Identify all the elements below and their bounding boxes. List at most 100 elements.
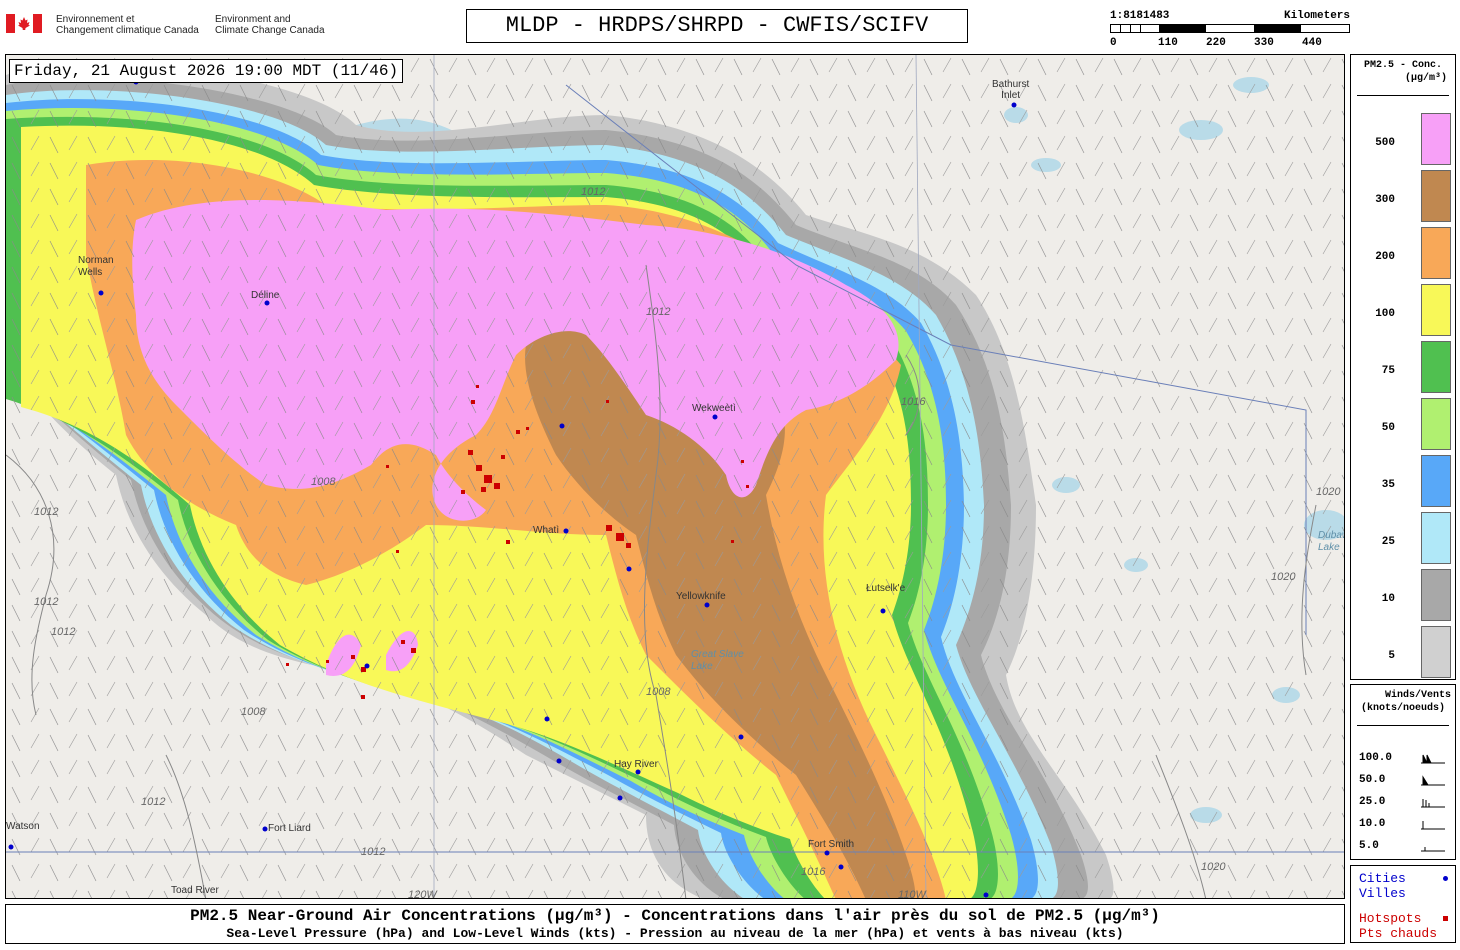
- city-label-wekweeti: Wekweètì: [692, 403, 736, 414]
- isobar-label: 1020: [1201, 861, 1226, 873]
- wind-barb-10-icon: [1421, 821, 1445, 830]
- pm25-swatch: [1421, 284, 1451, 336]
- city-label-norman-wells: Norman Wells: [78, 255, 114, 279]
- isobar-label: 1012: [646, 306, 670, 318]
- map-caption: PM2.5 Near-Ground Air Concentrations (µg…: [5, 904, 1345, 944]
- lake-label-line: Dubawnt: [1318, 530, 1344, 541]
- isobar-label: 1012: [51, 626, 75, 638]
- pm25-bin-label: 35: [1381, 479, 1395, 491]
- pm25-swatch: [1421, 569, 1451, 621]
- winds-legend-title-line1: Winds/Vents: [1384, 690, 1451, 701]
- isobar-label: 1012: [581, 186, 605, 198]
- pm25-bin-label: 100: [1375, 308, 1395, 320]
- caption-line1: PM2.5 Near-Ground Air Concentrations (µg…: [190, 907, 1160, 925]
- winds-legend-title: Winds/Vents (knots/noeuds): [1351, 689, 1455, 715]
- pm25-bin-label: 75: [1381, 365, 1395, 377]
- pm25-swatch: [1421, 455, 1451, 507]
- pm25-swatch: [1421, 227, 1451, 279]
- lake-label-dubawnt: Dubawnt Lake: [1318, 530, 1344, 554]
- wind-speed-label: 100.0: [1359, 752, 1393, 764]
- hotspots-legend-entry: Hotspots Pts chauds: [1359, 911, 1437, 941]
- lake-label-line: Lake: [1318, 542, 1340, 553]
- city-label-line: Inlet: [1001, 90, 1021, 101]
- city-label-whati: Whatì: [533, 525, 560, 536]
- wind-barb-25-icon: [1421, 799, 1445, 808]
- scale-bar: 1:8181483 Kilometers 0 110 220 330 440: [1110, 10, 1350, 50]
- pm25-bin-label: 300: [1375, 194, 1395, 206]
- gov-fr-line2: Changement climatique Canada: [56, 25, 199, 36]
- hotspots-legend-en: Hotspots: [1359, 911, 1422, 926]
- city-label-fort-smith: Fort Smith: [808, 839, 855, 850]
- scale-bar-graphic: [1110, 24, 1350, 33]
- isobar-label: 1012: [141, 796, 165, 808]
- hotspot-square-icon: [1443, 916, 1448, 921]
- isobar-label: 1008: [646, 686, 671, 698]
- lake-label-line: Lake: [691, 661, 713, 672]
- cities-legend-en: Cities: [1359, 871, 1406, 886]
- pm25-legend-title-line1: PM2.5 - Conc.: [1363, 60, 1442, 71]
- city-label-bathurst-inlet: Bathurst Inlet: [992, 79, 1029, 101]
- pm25-swatch: [1421, 113, 1451, 165]
- pm25-bin-label: 200: [1375, 251, 1395, 263]
- pm25-swatch: [1421, 170, 1451, 222]
- pm25-legend-title-line2: (µg/m³): [1404, 73, 1447, 84]
- city-label-lutselke: Łutselk'e: [866, 583, 906, 594]
- city-label-line: Wells: [78, 267, 103, 278]
- wind-speed-label: 10.0: [1359, 818, 1386, 830]
- wind-barb-100-icon: [1421, 754, 1445, 764]
- pm25-bin-label: 500: [1375, 137, 1395, 149]
- pm25-bin-label: 10: [1381, 593, 1395, 605]
- hotspots-legend-fr: Pts chauds: [1359, 926, 1438, 941]
- pm25-legend-title: PM2.5 - Conc. (µg/m³): [1351, 59, 1455, 85]
- government-name-english: Environment and Climate Change Canada: [215, 14, 325, 36]
- cities-legend-fr: Villes: [1359, 886, 1406, 901]
- scale-ratio: 1:8181483: [1110, 10, 1170, 22]
- isobar-label: 1008: [241, 706, 266, 718]
- product-title: MLDP - HRDPS/SHRPD - CWFIS/SCIFV: [466, 9, 968, 43]
- map-canvas[interactable]: 1012 1012 1012 1016 1008 1008 1008 1012 …: [6, 55, 1345, 899]
- pm25-bin-label: 25: [1381, 536, 1395, 548]
- isobar-label: 1020: [1316, 486, 1341, 498]
- city-label-fort-liard: Fort Liard: [268, 823, 311, 834]
- government-name-french: Environnement et Changement climatique C…: [56, 14, 199, 36]
- scale-unit: Kilometers: [1283, 10, 1350, 22]
- longitude-label: 110W: [898, 889, 928, 899]
- caption-line2: Sea-Level Pressure (hPa) and Low-Level W…: [226, 926, 1124, 941]
- lake-label-great-slave: Great Slave Lake: [691, 649, 744, 673]
- city-label-line: Norman: [78, 255, 114, 266]
- wind-barb-50-icon: [1421, 775, 1445, 786]
- city-label-watson: Watson: [6, 821, 40, 832]
- isobar-label: 1008: [311, 476, 336, 488]
- canada-flag-icon: [6, 14, 42, 33]
- points-legend: Cities Villes Hotspots Pts chauds: [1350, 865, 1456, 943]
- city-label-hay-river: Hay River: [614, 759, 658, 770]
- map-view[interactable]: 1012 1012 1012 1016 1008 1008 1008 1012 …: [5, 54, 1345, 899]
- scale-tick: 0: [1110, 37, 1117, 49]
- pm25-legend: PM2.5 - Conc. (µg/m³) 500 300 200 100 75 50 35…: [1350, 54, 1456, 680]
- lake-label-line: Great Slave: [691, 649, 744, 660]
- pm25-swatch: [1421, 512, 1451, 564]
- scale-tick: 440: [1302, 37, 1322, 49]
- city-label-deline: Déline: [251, 290, 280, 301]
- isobar-label: 1016: [801, 866, 826, 878]
- pm25-bin-label: 5: [1388, 650, 1395, 662]
- winds-legend: Winds/Vents (knots/noeuds) 100.0 50.0 25…: [1350, 684, 1456, 860]
- pm25-swatch: [1421, 398, 1451, 450]
- scale-tick: 330: [1254, 37, 1274, 49]
- isobar-label: 1012: [34, 506, 58, 518]
- pm25-swatch: [1421, 626, 1451, 678]
- city-label-toad-river: Toad River: [171, 885, 219, 896]
- scale-tick: 110: [1158, 37, 1178, 49]
- wind-speed-label: 25.0: [1359, 796, 1386, 808]
- city-label-yellowknife: Yellowknife: [676, 591, 726, 602]
- city-dot-icon: [1443, 876, 1448, 881]
- isobar-label: 1020: [1271, 571, 1296, 583]
- isobar-label: 1012: [361, 846, 385, 858]
- longitude-label: 120W: [408, 889, 438, 899]
- scale-tick: 220: [1206, 37, 1226, 49]
- pm25-swatch: [1421, 341, 1451, 393]
- wind-speed-label: 5.0: [1359, 840, 1379, 852]
- gov-fr-line1: Environnement et: [56, 14, 135, 25]
- isobar-label: 1016: [901, 396, 926, 408]
- wind-speed-label: 50.0: [1359, 774, 1386, 786]
